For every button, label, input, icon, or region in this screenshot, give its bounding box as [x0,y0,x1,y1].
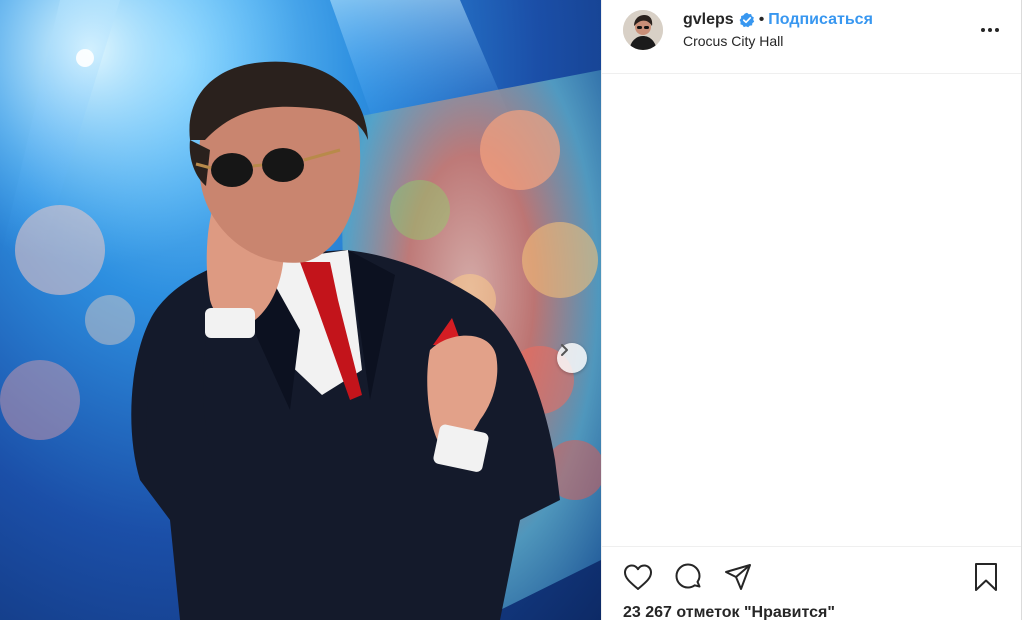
save-button[interactable] [970,561,1002,593]
follow-button[interactable]: Подписаться [768,11,873,29]
chevron-right-icon [561,344,568,356]
user-line: gvleps • Подписаться [683,11,873,29]
username-link[interactable]: gvleps [683,11,734,29]
more-dot [981,28,985,32]
more-dot [995,28,999,32]
carousel-next-button[interactable] [557,343,587,373]
share-button[interactable] [722,561,754,593]
comment-icon [675,563,701,589]
action-bar: 23 267 отметок "Нравится" [602,546,1021,620]
heart-icon [624,564,652,590]
share-icon [725,564,751,590]
post-photo[interactable] [0,0,601,620]
comments-area [602,74,1021,545]
more-dot [988,28,992,32]
avatar-image [623,10,663,50]
instagram-post: gvleps • Подписаться Crocus City Hall 23… [0,0,1024,620]
comment-button[interactable] [672,561,704,593]
like-button[interactable] [622,561,654,593]
location-link[interactable]: Crocus City Hall [683,33,783,49]
more-options-icon[interactable] [979,22,1001,38]
avatar[interactable] [623,10,663,50]
likes-count[interactable]: 23 267 отметок "Нравится" [623,604,835,620]
post-header: gvleps • Подписаться Crocus City Hall [602,0,1021,74]
separator-dot: • [758,11,765,28]
post-sidebar: gvleps • Подписаться Crocus City Hall 23… [601,0,1022,620]
concert-photo [0,0,601,620]
bookmark-icon [975,563,997,591]
verified-badge-icon [739,12,755,28]
